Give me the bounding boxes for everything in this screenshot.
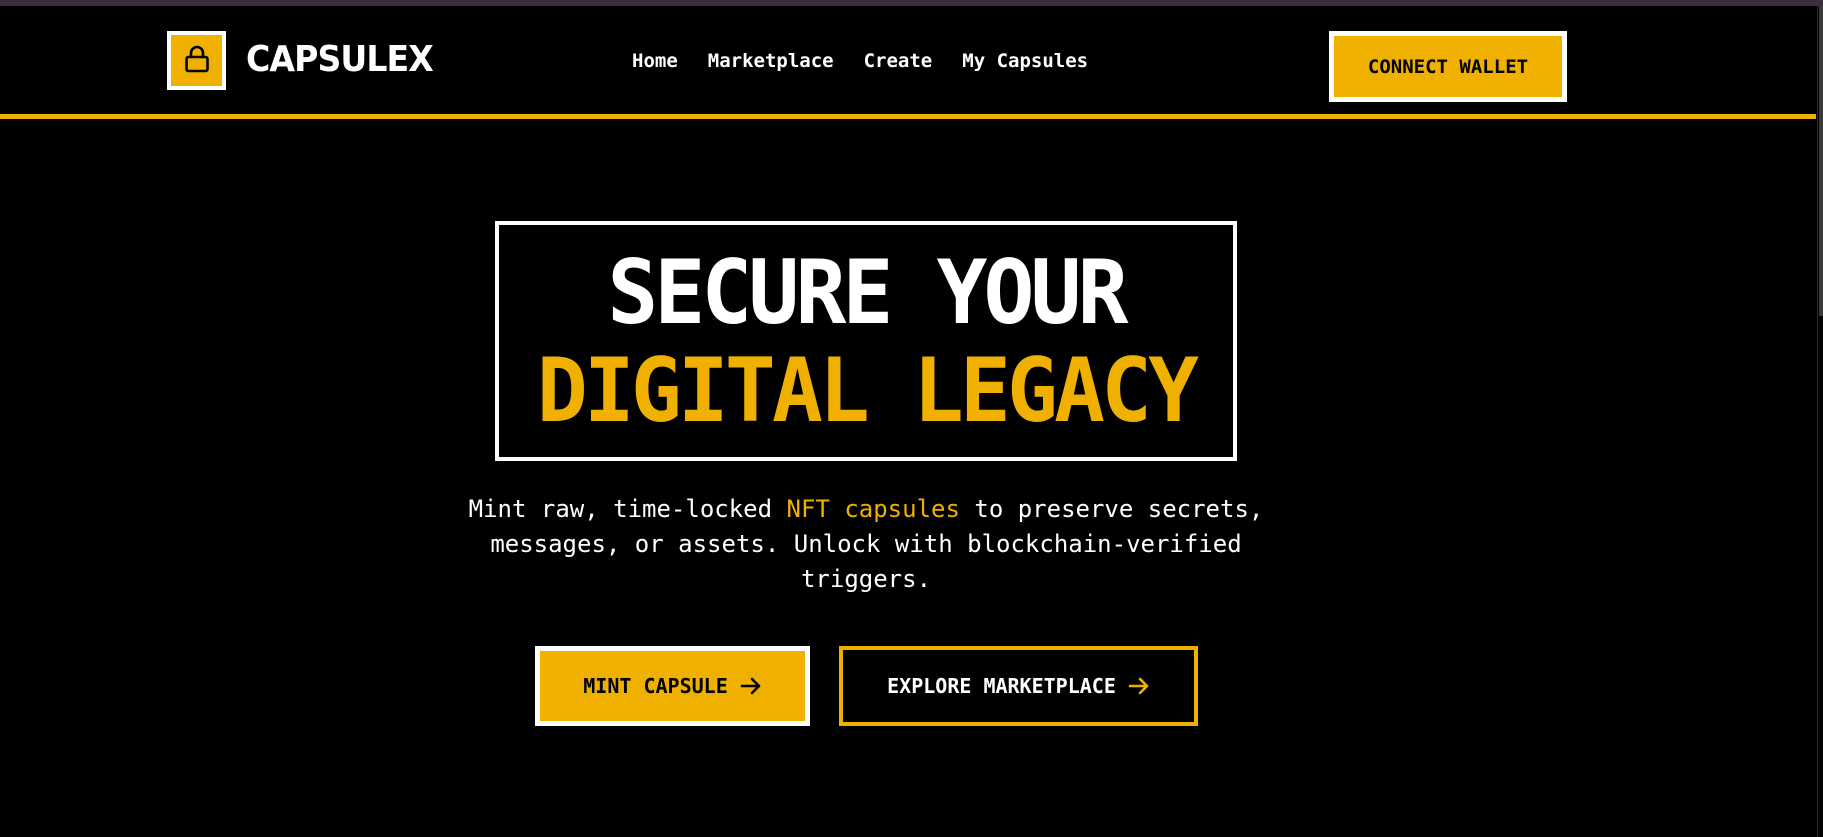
- scrollbar-thumb[interactable]: [1819, 6, 1823, 316]
- arrow-right-icon: [1128, 676, 1150, 696]
- hero-title-line-1: SECURE YOUR: [607, 241, 1128, 344]
- main-nav: Home Marketplace Create My Capsules: [632, 50, 1088, 72]
- tagline-highlight: NFT capsules: [786, 495, 960, 523]
- brand-name[interactable]: CAPSULEX: [246, 38, 434, 82]
- logo-badge[interactable]: [167, 31, 226, 90]
- hero-tagline: Mint raw, time-locked NFT capsules to pr…: [440, 492, 1292, 597]
- nav-create[interactable]: Create: [864, 50, 933, 72]
- nav-marketplace[interactable]: Marketplace: [708, 50, 834, 72]
- hero-title-line-2: DIGITAL LEGACY: [536, 339, 1199, 442]
- explore-marketplace-label: EXPLORE MARKETPLACE: [887, 674, 1116, 698]
- arrow-right-icon: [740, 676, 762, 696]
- mint-capsule-label: MINT CAPSULE: [583, 674, 728, 698]
- site-header: CAPSULEX Home Marketplace Create My Caps…: [0, 6, 1816, 119]
- nav-home[interactable]: Home: [632, 50, 678, 72]
- hero-title-box: SECURE YOUR DIGITAL LEGACY: [495, 221, 1237, 461]
- lock-icon: [184, 45, 210, 77]
- mint-capsule-button[interactable]: MINT CAPSULE: [535, 646, 810, 726]
- explore-marketplace-button[interactable]: EXPLORE MARKETPLACE: [839, 646, 1198, 726]
- nav-my-capsules[interactable]: My Capsules: [962, 50, 1088, 72]
- tagline-text-start: Mint raw, time-locked: [468, 495, 787, 523]
- connect-wallet-button[interactable]: CONNECT WALLET: [1329, 31, 1567, 102]
- connect-wallet-label: CONNECT WALLET: [1367, 55, 1529, 78]
